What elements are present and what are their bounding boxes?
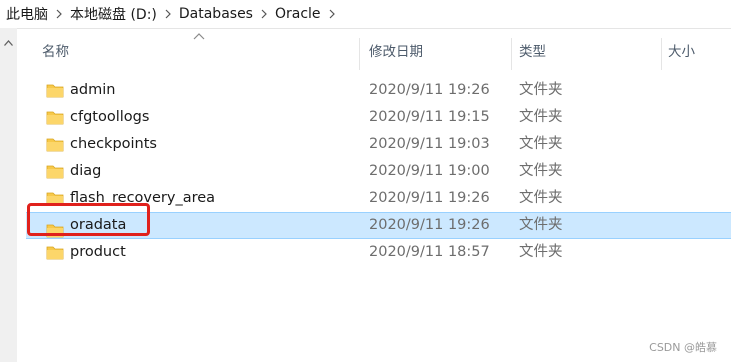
file-modified: 2020/9/11 18:57 [369,244,490,260]
breadcrumb: 此电脑 本地磁盘 (D:) Databases Oracle [0,0,731,29]
chevron-right-icon[interactable] [257,0,271,28]
column-divider[interactable] [661,38,662,70]
file-type: 文件夹 [519,244,563,260]
folder-icon [46,84,64,98]
file-modified: 2020/9/11 19:26 [369,217,490,233]
column-header-modified[interactable]: 修改日期 [369,34,423,70]
chevron-right-icon[interactable] [161,0,175,28]
column-divider[interactable] [359,38,360,70]
chevron-right-icon[interactable] [52,0,66,28]
column-header-type[interactable]: 类型 [519,34,546,70]
column-headers: 名称 修改日期 类型 大小 [17,33,731,70]
file-type: 文件夹 [519,217,563,233]
file-type: 文件夹 [519,190,563,206]
file-name: cfgtoollogs [70,109,150,125]
breadcrumb-oracle[interactable]: Oracle [271,6,325,22]
file-name: diag [70,163,102,179]
file-type: 文件夹 [519,82,563,98]
file-type: 文件夹 [519,163,563,179]
file-modified: 2020/9/11 19:00 [369,163,490,179]
file-name: checkpoints [70,136,157,152]
sort-ascending-icon [193,33,205,40]
scroll-up-icon[interactable] [0,36,17,50]
breadcrumb-databases[interactable]: Databases [175,6,257,22]
folder-icon [46,165,64,179]
folder-icon [46,111,64,125]
file-type: 文件夹 [519,136,563,152]
table-row[interactable]: cfgtoollogs 2020/9/11 19:15 文件夹 [26,104,731,131]
file-name: product [70,244,126,260]
file-modified: 2020/9/11 19:26 [369,190,490,206]
vertical-scrollbar[interactable] [0,28,17,362]
watermark: CSDN @皓慕 [649,341,717,354]
breadcrumb-drive-d[interactable]: 本地磁盘 (D:) [66,4,161,24]
table-row[interactable]: product 2020/9/11 18:57 文件夹 [26,239,731,266]
file-modified: 2020/9/11 19:26 [369,82,490,98]
file-type: 文件夹 [519,109,563,125]
folder-icon [46,138,64,152]
breadcrumb-this-pc[interactable]: 此电脑 [0,4,52,24]
folder-icon [46,246,64,260]
file-name: admin [70,82,116,98]
column-divider[interactable] [511,38,512,70]
column-header-name[interactable]: 名称 [42,34,69,70]
table-row[interactable]: checkpoints 2020/9/11 19:03 文件夹 [26,131,731,158]
file-modified: 2020/9/11 19:03 [369,136,490,152]
file-list: admin 2020/9/11 19:26 文件夹 cfgtoollogs 20… [26,77,731,266]
file-modified: 2020/9/11 19:15 [369,109,490,125]
table-row[interactable]: diag 2020/9/11 19:00 文件夹 [26,158,731,185]
column-header-size[interactable]: 大小 [668,34,695,70]
annotation-highlight-box [27,203,150,236]
table-row[interactable]: admin 2020/9/11 19:26 文件夹 [26,77,731,104]
chevron-right-icon[interactable] [325,0,339,28]
